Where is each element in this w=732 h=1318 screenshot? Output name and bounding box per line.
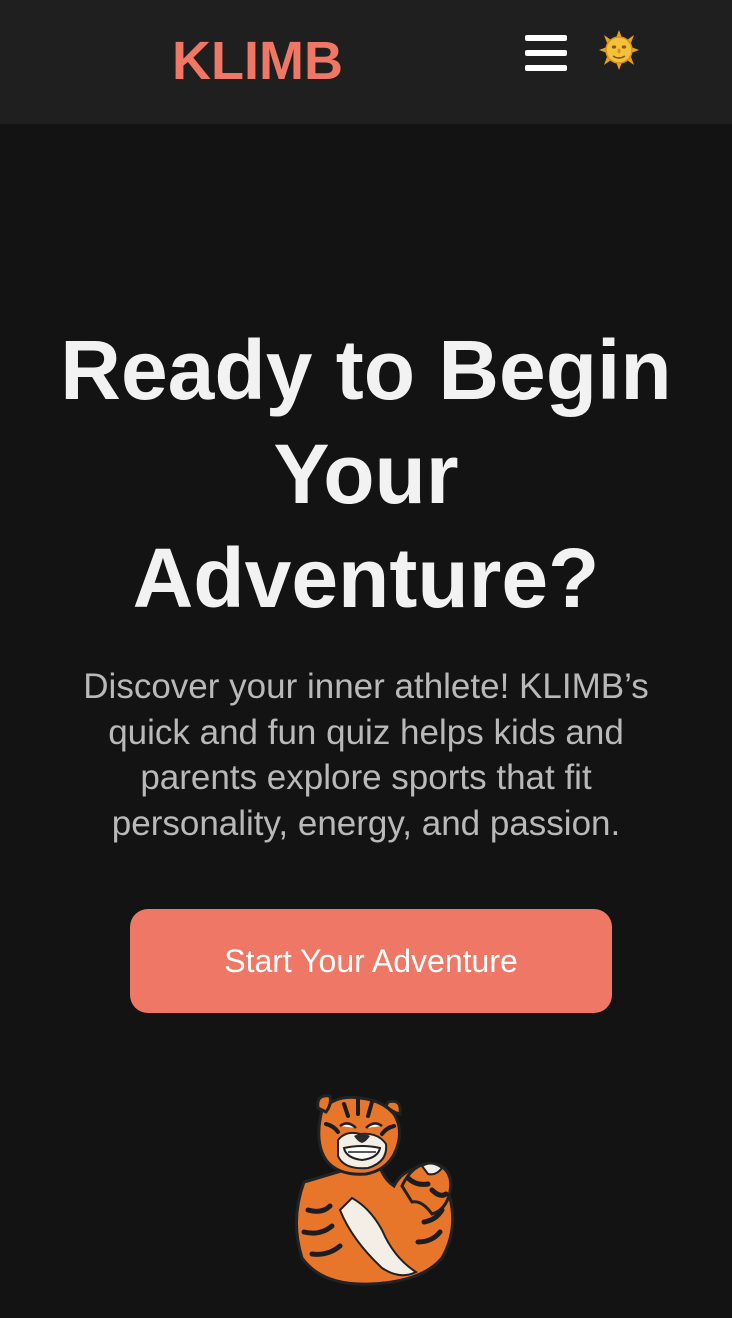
tiger-mascot-icon [294, 1094, 455, 1286]
hero-description-line: quick and fun quiz helps kids and [108, 712, 624, 752]
hero-title-line: Your [273, 427, 459, 521]
hero-title-line: Ready to Begin [60, 323, 672, 417]
top-header: KLIMB [0, 0, 732, 124]
klimb-logo[interactable]: KLIMB [172, 30, 343, 92]
hero-description-line: Discover your inner athlete! KLIMB’s [83, 667, 649, 706]
theme-toggle-button[interactable] [598, 30, 640, 70]
hero-title-line: Adventure? [132, 531, 600, 625]
hero-description-line: parents explore sports that fit [140, 758, 592, 797]
tiger-mascot [282, 1090, 462, 1290]
start-adventure-button[interactable]: Start Your Adventure [130, 909, 612, 1013]
sun-face-icon [599, 30, 639, 70]
hamburger-menu-button[interactable] [520, 32, 572, 74]
hero-description-line: personality, energy, and passion. [111, 803, 621, 843]
hero-description: Discover your inner athlete! KLIMB’s qui… [50, 664, 682, 846]
hero-title: Ready to Begin Your Adventure? [20, 318, 712, 630]
